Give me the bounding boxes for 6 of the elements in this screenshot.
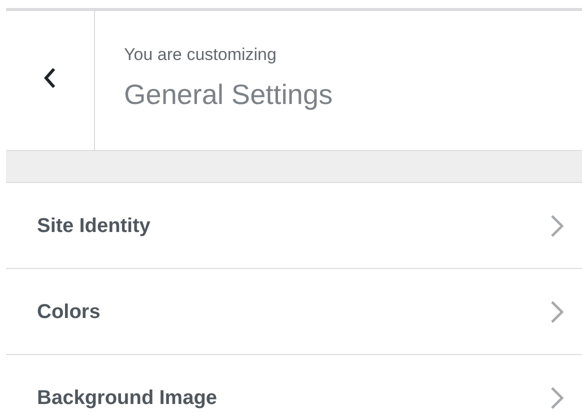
chevron-right-icon — [550, 386, 564, 410]
chevron-right-icon — [550, 300, 564, 324]
chevron-left-icon — [44, 66, 56, 88]
chevron-right-icon — [550, 214, 564, 238]
customizing-subtitle: You are customizing — [124, 44, 278, 66]
panel-title: General Settings — [124, 78, 333, 112]
